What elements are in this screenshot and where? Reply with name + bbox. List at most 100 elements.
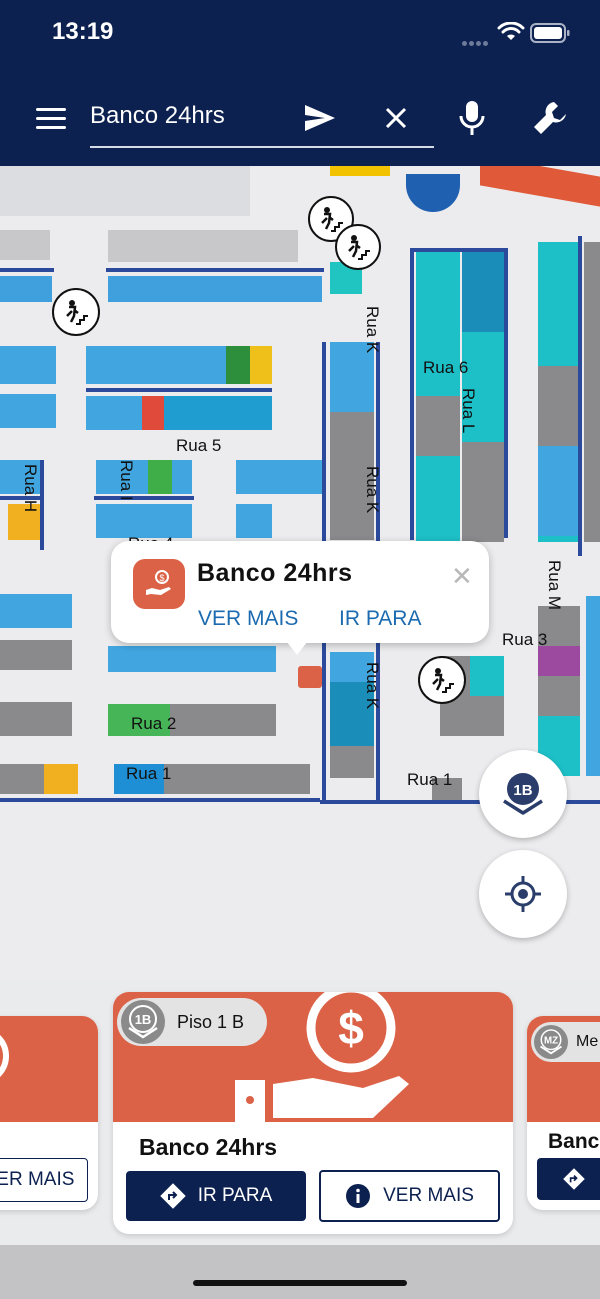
battery-icon (530, 23, 570, 43)
store-block (0, 394, 56, 428)
card-title: Banc (548, 1130, 600, 1153)
dollar-icon (0, 1035, 9, 1077)
svg-text:$: $ (159, 573, 164, 583)
store-block (86, 396, 142, 430)
store-block (108, 646, 276, 672)
street-label: Rua K (363, 306, 382, 354)
street-label: Rua K (363, 662, 382, 710)
close-icon[interactable]: ✕ (451, 561, 473, 592)
store-block (236, 504, 272, 538)
street-label: Rua M (545, 560, 564, 611)
store-block (538, 446, 580, 536)
popup-pointer (283, 637, 311, 655)
street-label: Rua 3 (502, 630, 548, 649)
see-more-button[interactable]: VER MAIS (319, 1170, 500, 1222)
store-block (44, 764, 78, 794)
see-more-button[interactable]: VER MAIS (0, 1158, 88, 1202)
store-block (86, 346, 226, 384)
store-block (250, 346, 272, 384)
go-to-button[interactable] (537, 1158, 600, 1200)
store-block (0, 640, 72, 670)
location-popup: $ Banco 24hrs ✕ VER MAIS IR PARA (111, 541, 489, 643)
street-label: Rua 6 (423, 358, 469, 377)
store-block (462, 442, 504, 542)
see-more-link[interactable]: VER MAIS (198, 607, 298, 631)
store-block (142, 396, 164, 430)
store-block (330, 746, 374, 778)
floor-label: Me (576, 1033, 599, 1050)
escalator-icon (52, 288, 100, 336)
clear-button[interactable] (374, 96, 418, 140)
directions-icon (159, 1183, 186, 1209)
popup-title: Banco 24hrs (197, 559, 353, 587)
floor-badge-icon: MZ (534, 1025, 568, 1059)
store-block (470, 656, 504, 696)
store-block (108, 230, 298, 262)
go-to-button[interactable]: IR PARA (126, 1171, 306, 1221)
atm-icon: $ (133, 559, 185, 609)
store-block (164, 396, 272, 430)
menu-icon[interactable] (36, 108, 66, 130)
layers-icon: 1B (503, 773, 543, 815)
store-block (164, 764, 310, 794)
escalator-icon (418, 656, 466, 704)
info-icon (346, 1184, 371, 1208)
map-marker (330, 166, 390, 176)
directions-icon (563, 1168, 585, 1190)
home-indicator[interactable] (193, 1280, 407, 1286)
street-label: Rua 1 (126, 764, 172, 783)
store-block (0, 702, 72, 736)
floor-badge-icon: 1B (121, 1000, 165, 1044)
floor-selector-button[interactable]: 1B (479, 750, 567, 838)
store-block (170, 704, 276, 736)
close-icon (385, 107, 407, 129)
store-block (108, 276, 322, 302)
store-block (0, 594, 72, 628)
svg-text:1B: 1B (513, 782, 532, 799)
voice-button[interactable] (450, 96, 494, 140)
app-bar (0, 70, 600, 166)
store-block (0, 346, 56, 384)
escalator-icon (335, 224, 381, 270)
wifi-icon (497, 22, 525, 40)
place-cards-carousel[interactable]: VER MAIS $ 1B Piso 1 B Banco 24hr (0, 980, 600, 1245)
status-time: 13:19 (52, 18, 114, 45)
store-block (148, 460, 172, 494)
wrench-icon (534, 102, 566, 134)
store-block (462, 252, 504, 332)
store-block (0, 764, 44, 794)
svg-text:$: $ (338, 1002, 364, 1054)
store-block (586, 596, 600, 776)
locate-me-button[interactable] (479, 850, 567, 938)
store-block (236, 460, 322, 494)
store-block (0, 276, 52, 302)
store-block (538, 646, 580, 676)
info-marker[interactable] (406, 174, 460, 212)
map-area (0, 166, 250, 216)
svg-text:1B: 1B (135, 1012, 152, 1027)
street-label: Rua H (21, 464, 40, 513)
place-card[interactable]: VER MAIS (0, 1016, 98, 1210)
send-button[interactable] (298, 96, 342, 140)
place-card[interactable]: $ 1B Piso 1 B Banco 24hrs IR PARA VER MA… (113, 992, 513, 1234)
floor-label: Piso 1 B (177, 1011, 245, 1032)
settings-button[interactable] (528, 96, 572, 140)
store-block (330, 512, 374, 540)
street-label: Rua 5 (176, 436, 222, 455)
search-input[interactable] (90, 98, 300, 134)
store-block (96, 460, 192, 494)
send-icon (305, 105, 335, 131)
map-area (480, 166, 600, 207)
store-block (96, 504, 192, 538)
place-card[interactable]: MZ Me Banc (527, 1016, 600, 1210)
store-block (584, 242, 600, 542)
store-block (538, 366, 580, 446)
target-icon (505, 876, 541, 912)
destination-marker[interactable] (298, 666, 322, 688)
microphone-icon (459, 101, 485, 135)
go-to-link[interactable]: IR PARA (339, 607, 421, 631)
svg-text:MZ: MZ (544, 1036, 558, 1047)
street-label: Rua L (459, 388, 478, 434)
street-label: Rua I (117, 460, 136, 501)
signal-icon (462, 33, 492, 46)
